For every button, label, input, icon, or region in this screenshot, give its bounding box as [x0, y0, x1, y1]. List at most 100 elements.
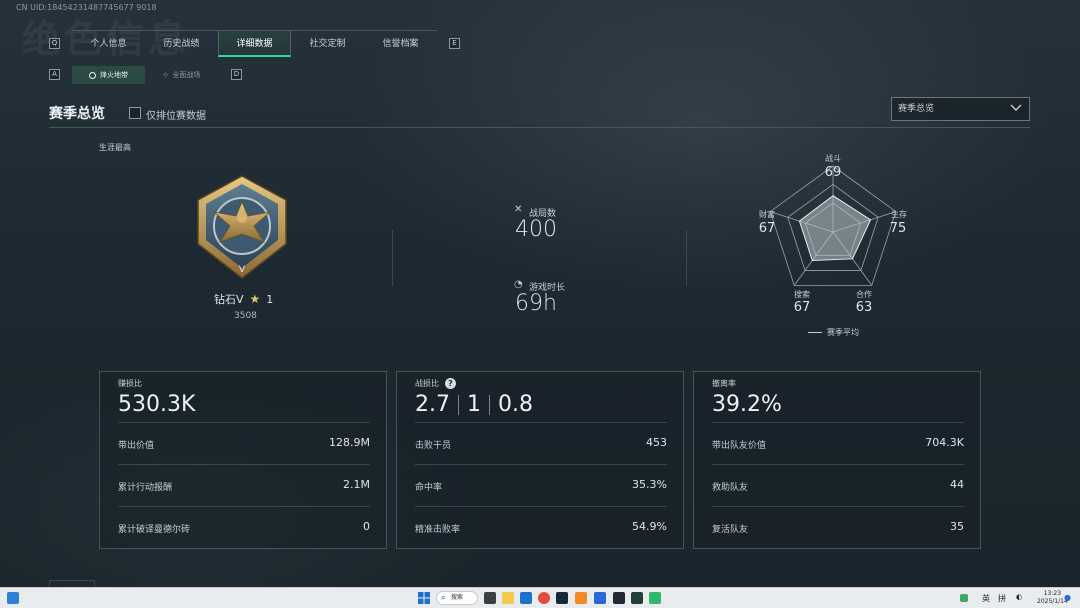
extract-title: 撤离率: [712, 379, 736, 388]
row-label: 命中率: [415, 483, 443, 493]
divider: [392, 230, 393, 286]
radar-value-combat: 69: [824, 165, 842, 180]
wing-icon: ⊹: [162, 71, 169, 79]
kd-part: 2.7: [415, 392, 450, 417]
row-label: 累计破译曼德尔砖: [118, 525, 191, 535]
stat-row: 累计行动报酬 2.1M: [118, 464, 370, 506]
delta-force-active-icon[interactable]: [631, 592, 643, 604]
ranked-only-checkbox[interactable]: [129, 107, 141, 119]
subtab-warfare[interactable]: ⊹ 全面战场: [145, 66, 218, 84]
row-value: 128.9M: [329, 436, 370, 449]
subtab-label: 烽火地带: [100, 71, 128, 79]
rank-score: 3508: [234, 311, 257, 321]
legend-label: 赛季平均: [827, 328, 859, 337]
radar-value-teamwork: 63: [855, 300, 873, 315]
section-header: 赛季总览 仅排位赛数据 赛季总览: [49, 97, 1030, 128]
profit-card: 赚损比 530.3K 带出价值 128.9M 累计行动报酬 2.1M 累计破译曼…: [99, 371, 387, 549]
key-hint-prev: Q: [49, 38, 60, 49]
star-icon: ★: [249, 292, 261, 306]
ranked-only-label[interactable]: 仅排位赛数据: [146, 107, 206, 122]
radar-shape: [798, 195, 872, 262]
widgets-icon[interactable]: [7, 592, 19, 604]
game-launcher-icon[interactable]: [575, 592, 587, 604]
row-label: 累计行动报酬: [118, 483, 173, 493]
playtime-value: 69h: [515, 291, 557, 316]
kd-title-wrap: 战损比 ?: [415, 378, 456, 389]
subtab-extraction[interactable]: 烽火地带: [72, 66, 145, 84]
rank-name: 钻石V: [214, 293, 244, 306]
help-icon[interactable]: ?: [445, 378, 456, 389]
chevron-down-icon: [1010, 104, 1022, 111]
radar-label-teamwork: 合作: [856, 290, 872, 299]
radar-label-survival: 生存: [891, 210, 907, 219]
row-label: 救助队友: [712, 483, 749, 493]
row-label: 精准击败率: [415, 525, 461, 535]
radar-label-combat: 战斗: [825, 154, 841, 163]
task-view-icon[interactable]: [484, 592, 496, 604]
steam-icon[interactable]: [556, 592, 568, 604]
radar-legend: 赛季平均: [808, 327, 859, 338]
row-label: 击败干员: [415, 441, 452, 451]
app-k-icon[interactable]: [594, 592, 606, 604]
section-title: 赛季总览: [49, 106, 105, 122]
rank-stars: 1: [266, 292, 274, 306]
stopwatch-icon: ◔: [514, 279, 523, 290]
stat-row: 带出价值 128.9M: [118, 422, 370, 464]
file-explorer-icon[interactable]: [502, 592, 514, 604]
os-taskbar: 搜索 英 拼 ◐ 13:23 2025/1/14 ●: [0, 587, 1080, 608]
mode-icon: [89, 71, 96, 79]
legend-line: [808, 332, 822, 333]
notification-icon[interactable]: ●: [1064, 593, 1071, 602]
row-label: 带出队友价值: [712, 441, 767, 451]
row-value: 0: [363, 520, 370, 533]
tab-personal-info[interactable]: 个人信息: [72, 31, 145, 57]
bottom-tab-ghost: [49, 580, 95, 587]
ime-pinyin[interactable]: 拼: [998, 593, 1006, 604]
key-hint-sub-next: D: [231, 69, 242, 80]
wechat-icon[interactable]: [649, 592, 661, 604]
tab-match-history[interactable]: 历史战绩: [145, 31, 218, 57]
crossed-swords-icon: ✕: [514, 204, 523, 215]
taskbar-search[interactable]: 搜索: [436, 591, 478, 605]
kd-part: 0.8: [498, 392, 533, 417]
diamond-rank-badge-icon: V: [197, 175, 287, 279]
kd-part: 1: [467, 392, 481, 417]
tab-detailed-stats[interactable]: 详细数据: [218, 31, 291, 57]
matches-value: 400: [515, 217, 557, 242]
windows-start-icon[interactable]: [418, 592, 430, 604]
ime-english[interactable]: 英: [982, 593, 990, 604]
divider: [686, 230, 687, 286]
store-icon[interactable]: [520, 592, 532, 604]
stat-row: 累计破译曼德尔砖 0: [118, 506, 370, 548]
extract-card: 撤离率 39.2% 带出队友价值 704.3K 救助队友 44 复活队友 35: [693, 371, 981, 549]
key-hint-next: E: [449, 38, 460, 49]
profit-value: 530.3K: [118, 392, 196, 417]
stat-row: 救助队友 44: [712, 464, 964, 506]
tray-app-icon[interactable]: [960, 594, 968, 602]
radar-label-search: 搜索: [794, 290, 810, 299]
delta-force-icon[interactable]: [613, 592, 625, 604]
kd-card: 战损比 ? 2.7 1 0.8 击败干员 453 命中率 35.3% 精准击败率…: [396, 371, 684, 549]
rank-display: 钻石V ★ 1: [214, 291, 273, 307]
chrome-icon[interactable]: [538, 592, 550, 604]
season-dropdown[interactable]: 赛季总览: [891, 97, 1030, 121]
dropdown-value: 赛季总览: [898, 104, 935, 114]
stat-row: 精准击败率 54.9%: [415, 506, 667, 548]
main-tabs: 个人信息 历史战绩 详细数据 社交定制 信誉档案: [72, 30, 437, 57]
radar-value-wealth: 67: [758, 221, 776, 236]
stat-row: 命中率 35.3%: [415, 464, 667, 506]
network-icon[interactable]: ◐: [1016, 593, 1022, 601]
stat-row: 带出队友价值 704.3K: [712, 422, 964, 464]
row-value: 35.3%: [632, 478, 667, 491]
tab-credit-record[interactable]: 信誉档案: [364, 31, 437, 57]
row-value: 704.3K: [925, 436, 964, 449]
row-value: 2.1M: [343, 478, 370, 491]
row-label: 带出价值: [118, 441, 155, 451]
row-value: 44: [950, 478, 964, 491]
tab-social[interactable]: 社交定制: [291, 31, 364, 57]
separator: [489, 394, 490, 415]
radar-value-search: 67: [793, 300, 811, 315]
row-label: 复活队友: [712, 525, 749, 535]
stat-row: 击败干员 453: [415, 422, 667, 464]
kd-ratio: 2.7 1 0.8: [415, 392, 533, 417]
